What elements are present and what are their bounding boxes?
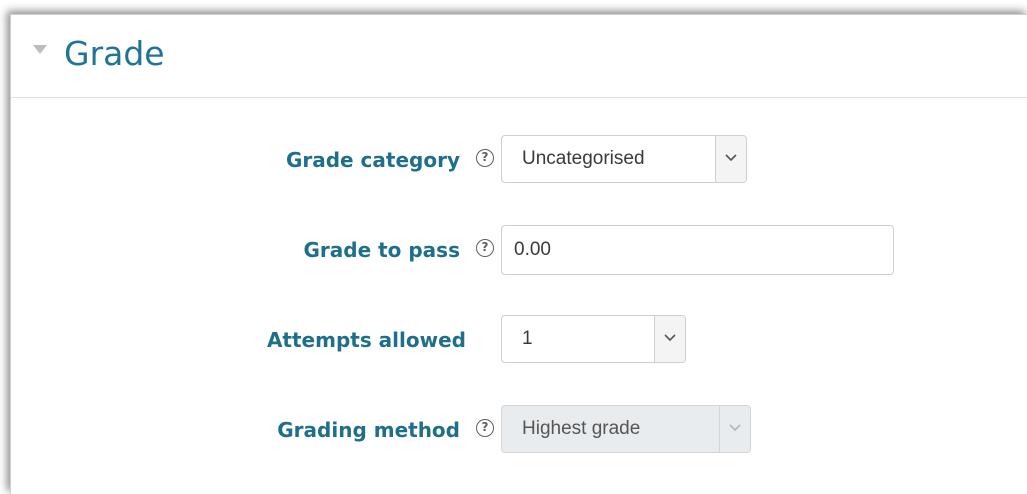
attempts-allowed-value: 1 (522, 328, 533, 349)
chevron-down-icon[interactable] (654, 316, 685, 362)
grading-method-value: Highest grade (522, 418, 641, 439)
grade-category-label: Grade category (285, 148, 460, 172)
section-header[interactable]: Grade (11, 15, 1027, 98)
grade-category-select[interactable]: Uncategorised (501, 135, 747, 183)
grading-method-row: Grading method ? Highest grade (11, 405, 1027, 455)
grade-to-pass-label: Grade to pass (303, 238, 460, 262)
attempts-allowed-select[interactable]: 1 (501, 315, 686, 363)
grading-method-label: Grading method (277, 418, 460, 442)
attempts-allowed-label: Attempts allowed (266, 328, 466, 352)
help-icon[interactable]: ? (476, 239, 494, 257)
chevron-down-icon (719, 406, 750, 452)
attempts-allowed-row: Attempts allowed 1 (11, 315, 1027, 365)
grading-method-select: Highest grade (501, 405, 751, 453)
grade-category-row: Grade category ? Uncategorised (11, 135, 1027, 185)
section-title: Grade (64, 34, 165, 73)
grade-category-value: Uncategorised (522, 148, 645, 169)
grade-to-pass-row: Grade to pass ? (11, 225, 1027, 275)
help-icon[interactable]: ? (476, 419, 494, 437)
grade-section: Grade Grade category ? Uncategorised Gra… (10, 14, 1027, 494)
triangle-down-icon[interactable] (33, 45, 47, 54)
help-icon[interactable]: ? (476, 149, 494, 167)
chevron-down-icon[interactable] (715, 136, 746, 182)
grade-to-pass-input[interactable] (501, 225, 894, 275)
